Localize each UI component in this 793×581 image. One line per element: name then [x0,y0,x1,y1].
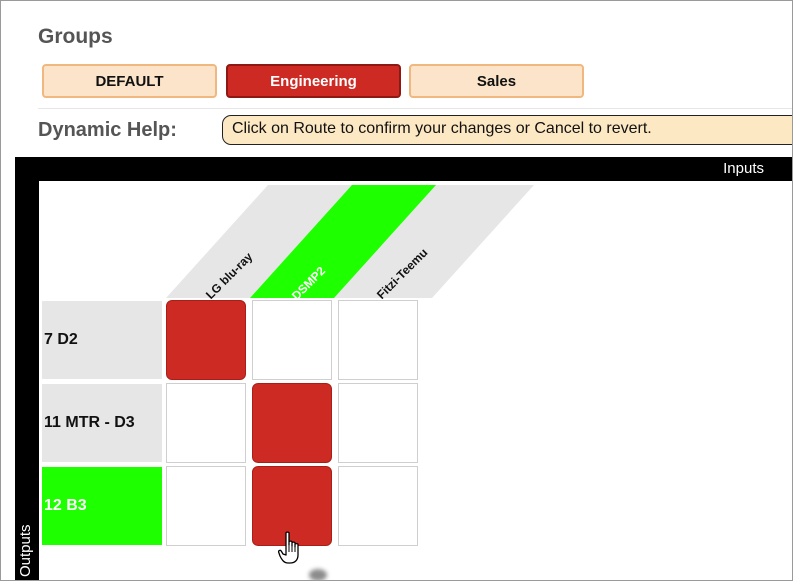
dynamic-help-label: Dynamic Help: [38,119,177,141]
crosspoint-7d2-dsmp2[interactable] [252,300,332,380]
groups-title: Groups [38,25,113,48]
crosspoint-12b3-fitzi-teemu[interactable] [338,466,418,546]
crosspoint-7d2-lg-blu-ray[interactable] [166,300,246,380]
crosspoint-7d2-fitzi-teemu[interactable] [338,300,418,380]
group-button-sales[interactable]: Sales [409,64,584,98]
group-button-default[interactable]: DEFAULT [42,64,217,98]
crosspoint-12b3-lg-blu-ray[interactable] [166,466,246,546]
routing-panel: Groups DEFAULT Engineering Sales Dynamic… [0,0,793,581]
dynamic-help-text: Click on Route to confirm your changes o… [222,115,792,145]
cursor-shadow [309,569,327,580]
crosspoint-11mtr-dsmp2[interactable] [252,383,332,463]
outputs-label: Outputs [17,524,34,577]
hand-pointer-icon [277,531,304,570]
crosspoint-11mtr-fitzi-teemu[interactable] [338,383,418,463]
output-row-11-mtr-d3[interactable]: 11 MTR - D3 [42,384,162,462]
crosspoint-11mtr-lg-blu-ray[interactable] [166,383,246,463]
group-button-engineering[interactable]: Engineering [226,64,401,98]
inputs-bar [15,157,792,181]
output-row-7-d2[interactable]: 7 D2 [42,301,162,379]
output-row-12-b3[interactable]: 12 B3 [42,467,162,545]
divider [38,108,792,109]
inputs-label: Inputs [723,160,764,177]
